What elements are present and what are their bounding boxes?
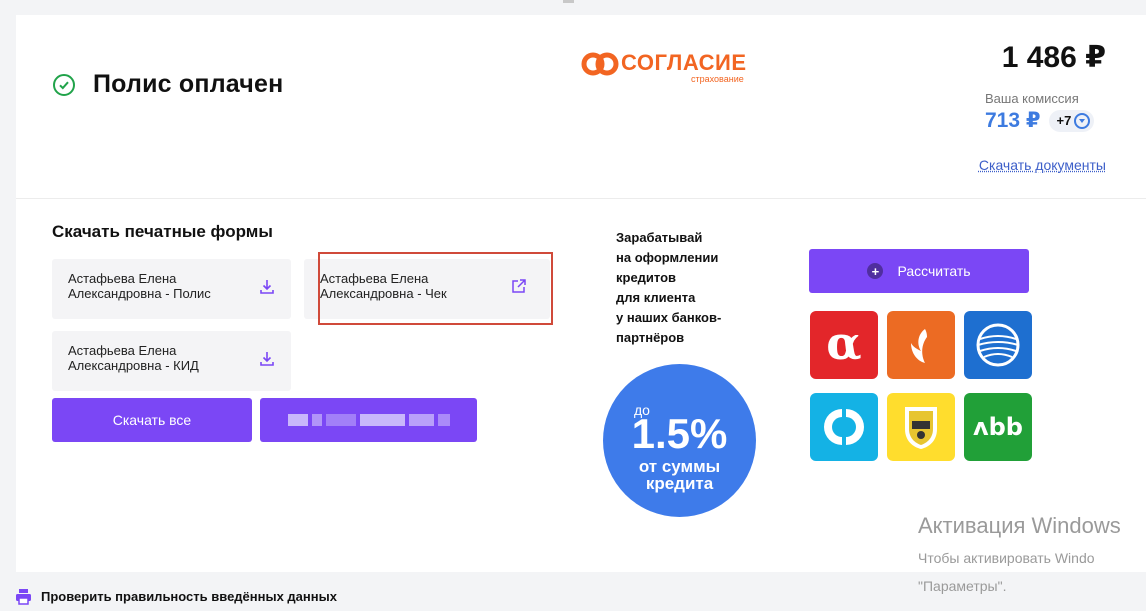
logo-text: СОГЛАСИЕ <box>621 50 747 75</box>
download-documents-link[interactable]: Скачать документы <box>979 157 1106 173</box>
windows-activation-title: Активация Windows <box>918 513 1121 538</box>
calculate-button[interactable]: + Рассчитать <box>809 249 1029 293</box>
ural-bank-logo[interactable] <box>887 311 955 379</box>
promo-text: Зарабатывай на оформлении кредитов для к… <box>616 228 746 348</box>
form-tile-line2: Александровна - Полис <box>68 286 211 301</box>
otkritie-icon <box>824 409 864 445</box>
verify-data-text: Проверить правильность введённых данных <box>41 589 337 604</box>
promo-line: у наших банков- <box>616 310 722 325</box>
promo-circle-percent: 1.5% <box>631 410 728 457</box>
svg-text:α: α <box>826 319 861 370</box>
alfa-bank-icon: α <box>826 319 861 370</box>
commission-row: 713 ₽ +7 <box>985 108 1095 133</box>
rosselkhozbank-logo[interactable]: ᴧbb <box>964 393 1032 461</box>
promo-circle-sub2: кредита <box>645 474 714 493</box>
form-tile-line1: Астафьева Елена <box>68 271 177 286</box>
promo-circle-sub1: от суммы <box>638 457 721 476</box>
commission-badge[interactable]: +7 <box>1049 109 1095 132</box>
windows-activation-text: Чтобы активировать Windo "Параметры". <box>918 544 1095 600</box>
status-title: Полис оплачен <box>93 70 284 98</box>
policy-card: Полис оплачен СОГЛАСИЕ страхование 1 486… <box>16 15 1146 572</box>
promo-circle-sub: от суммы кредита <box>603 458 756 492</box>
form-tile-label: Астафьева Елена Александровна - Полис <box>68 271 211 301</box>
promo-line: для клиента <box>616 290 696 305</box>
policy-status: Полис оплачен <box>53 70 283 99</box>
tinkoff-icon <box>905 407 937 449</box>
download-all-button[interactable]: Скачать все <box>52 398 252 442</box>
top-tab-marker <box>563 0 574 3</box>
download-icon[interactable] <box>259 279 275 295</box>
download-icon[interactable] <box>259 351 275 367</box>
check-circle-icon <box>53 73 75 96</box>
form-tile-label: Астафьева Елена Александровна - КИД <box>68 343 199 373</box>
windows-activation-line1: Чтобы активировать Windo <box>918 550 1095 566</box>
promo-circle: до 1.5% от суммы кредита <box>603 364 756 517</box>
tinkoff-logo[interactable] <box>887 393 955 461</box>
insurer-logo: СОГЛАСИЕ страхование <box>581 48 751 88</box>
rosselkhozbank-icon: ᴧbb <box>973 413 1023 441</box>
svg-text:ᴧbb: ᴧbb <box>973 413 1023 441</box>
blurred-button[interactable] <box>260 398 477 442</box>
windows-activation-line2: "Параметры". <box>918 578 1007 594</box>
form-tile-kid[interactable]: Астафьева Елена Александровна - КИД <box>52 331 291 391</box>
ural-bank-icon <box>911 329 927 363</box>
highlight-box <box>318 252 553 325</box>
soglasie-logo-icon <box>581 52 619 76</box>
verify-data-link[interactable]: Проверить правильность введённых данных <box>15 588 337 605</box>
plus-icon: + <box>867 263 884 279</box>
promo-line: кредитов <box>616 270 677 285</box>
chevron-down-icon[interactable] <box>1074 112 1091 129</box>
policy-price: 1 486 ₽ <box>1001 41 1106 74</box>
alfa-bank-logo[interactable]: α <box>810 311 878 379</box>
promo-line: на оформлении <box>616 250 719 265</box>
otkritie-logo[interactable] <box>810 393 878 461</box>
printer-icon <box>16 589 31 605</box>
commission-badge-text: +7 <box>1056 113 1072 128</box>
blurred-label <box>287 414 450 426</box>
promo-line: Зарабатывай <box>616 230 703 245</box>
form-tile-line1: Астафьева Елена <box>68 343 177 358</box>
form-tile-line2: Александровна - КИД <box>68 358 199 373</box>
logo-subtext: страхование <box>691 74 744 84</box>
gazprombank-logo[interactable] <box>964 311 1032 379</box>
divider <box>16 198 1146 199</box>
promo-line: партнёров <box>616 330 685 345</box>
commission-label: Ваша комиссия <box>985 91 1079 106</box>
commission-value: 713 ₽ <box>985 109 1041 132</box>
gazprombank-icon <box>976 323 1020 367</box>
forms-section-title: Скачать печатные формы <box>52 222 273 241</box>
calculate-button-label: Рассчитать <box>897 263 971 279</box>
form-tile-polis[interactable]: Астафьева Елена Александровна - Полис <box>52 259 291 319</box>
